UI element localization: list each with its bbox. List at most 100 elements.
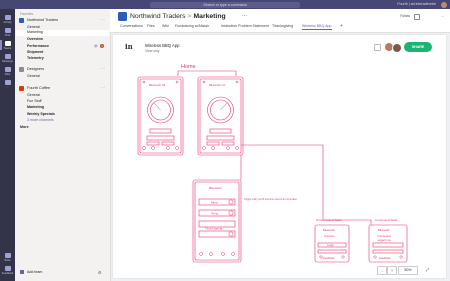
phone-frame <box>197 76 244 156</box>
detail-row-label: Meat <box>211 201 218 205</box>
rail-item-teams[interactable]: Teams <box>0 40 15 52</box>
team-logo-icon <box>118 12 127 21</box>
rail-label: Store <box>4 259 11 262</box>
channel-more-icon[interactable]: ... <box>242 12 247 18</box>
follow-button[interactable]: Follow <box>400 14 410 18</box>
tab-wiki[interactable]: Wiki <box>162 24 169 28</box>
page-title: Northwind Traders > Marketing <box>130 13 226 20</box>
bell-icon <box>4 15 11 20</box>
tab-files[interactable]: Files <box>147 24 155 28</box>
search-input[interactable]: Search or type a command <box>150 1 300 8</box>
tab-conversations[interactable]: Conversations <box>120 24 143 28</box>
add-tab-button[interactable]: + <box>340 23 343 29</box>
channel-item[interactable]: General <box>27 93 40 97</box>
expand-icon[interactable] <box>414 14 420 20</box>
gear-icon[interactable]: ⚙ <box>98 270 102 275</box>
add-team-button[interactable]: Add team <box>20 270 42 275</box>
screen-line: Feedback <box>379 256 391 260</box>
mention-icon: @ <box>94 43 98 48</box>
team-more-icon[interactable]: ··· <box>101 66 105 71</box>
rail-label: Feedback <box>1 272 14 275</box>
zoom-level[interactable]: 50% <box>398 266 418 275</box>
channel-item[interactable]: Marketing <box>27 105 44 109</box>
tab-instinction-problem-statement[interactable]: Instinction Problem Statement <box>221 24 269 28</box>
zoom-controls: - + 50% ⤢ <box>377 266 437 275</box>
screen-title: Bluetooth <box>209 186 222 190</box>
unconnected-label: Unconnected State <box>316 218 342 222</box>
screen-line: Connected <box>377 234 391 238</box>
more-teams-link[interactable]: More <box>20 125 29 129</box>
rail-label: Files <box>4 73 11 76</box>
channel-item[interactable]: Telemetry <box>27 56 44 60</box>
file-icon <box>4 67 11 72</box>
rail-item-calendar[interactable]: Meetings <box>0 53 15 65</box>
channel-item[interactable]: Shipment <box>27 50 43 54</box>
rail-item-feedback[interactable]: Feedback <box>0 265 15 277</box>
rail-item-bell[interactable]: Activity <box>0 14 15 26</box>
invision-canvas-panel: in Wireless BBQ App View only SHARE Home… <box>113 35 446 278</box>
screen-line: Login <box>327 243 334 247</box>
screen-line: Bluetooth <box>323 228 335 232</box>
rail-item-store[interactable]: Store <box>0 252 15 264</box>
org-label[interactable]: Fourth | ad interactivetm <box>397 2 436 6</box>
team-item[interactable]: Designers ··· <box>18 66 108 73</box>
screen-title: Bluetooth Off <box>149 83 165 87</box>
app-rail: Activity Chat Teams Meetings Files... Store Fe… <box>0 9 15 281</box>
team-avatar-icon <box>19 85 24 91</box>
header-more-icon[interactable]: ... <box>441 14 444 18</box>
rail-label: Chat <box>4 34 11 37</box>
screen-line: Feedback <box>323 256 335 260</box>
unread-badge: 1 <box>100 43 104 48</box>
favorites-label: Favorites <box>20 11 34 16</box>
channel-item[interactable]: Performance <box>27 44 49 48</box>
connected-label: Connected State <box>375 218 398 222</box>
chat-icon <box>4 28 11 33</box>
zoom-out-button[interactable]: - <box>377 266 387 275</box>
rail-label: ... <box>6 86 9 89</box>
screen-title: Bluetooth On <box>209 83 226 87</box>
home-bracket <box>177 70 237 76</box>
detail-row-label: Temp <box>211 212 219 216</box>
breadcrumb-separator: > <box>187 12 192 20</box>
team-more-icon[interactable]: ··· <box>101 17 105 22</box>
phone-frame <box>137 76 184 156</box>
rail-item-file[interactable]: Files <box>0 66 15 78</box>
fit-screen-icon[interactable]: ⤢ <box>426 267 429 272</box>
home-label: Home <box>181 64 196 70</box>
tab-wireless-bbq-app[interactable]: Wireless BBQ App <box>302 24 332 30</box>
screen-line: Connect <box>324 234 335 238</box>
more-channels-link[interactable]: 3 more channels <box>27 118 54 122</box>
tab-fundraising-w-alistair[interactable]: Fundraising w/Alistair <box>175 24 209 28</box>
team-name: Designers <box>27 67 45 71</box>
feedback-icon <box>4 266 11 271</box>
team-more-icon[interactable]: ··· <box>101 85 105 90</box>
team-name: Fourth Coffee <box>27 86 51 90</box>
calendar-icon <box>4 54 11 59</box>
zoom-in-button[interactable]: + <box>387 266 397 275</box>
team-item[interactable]: Northwind Traders ··· <box>18 17 108 24</box>
channel-item[interactable]: Weekly Specials <box>27 112 55 116</box>
screen-line: Logged In as <box>377 239 392 242</box>
team-avatar-icon <box>19 17 24 23</box>
rail-item-chat[interactable]: Chat <box>0 27 15 39</box>
channel-name: Marketing <box>193 12 226 20</box>
connector-line <box>241 144 324 220</box>
channel-item[interactable]: General <box>27 74 40 78</box>
rail-label: Activity <box>3 21 12 24</box>
tab-thanksgiving[interactable]: Thanksgiving <box>272 24 293 28</box>
channel-item[interactable]: Overview <box>27 37 43 41</box>
team-item[interactable]: Fourth Coffee ··· <box>18 85 108 92</box>
channel-item[interactable]: Marketing <box>16 30 109 36</box>
team-name: Northwind Traders <box>130 12 186 20</box>
channel-item[interactable]: General <box>27 25 40 29</box>
screen-line: Bluetooth <box>378 228 390 232</box>
channel-item[interactable]: Fun Stuff <box>27 99 42 103</box>
rail-label: Meetings <box>2 60 13 63</box>
add-team-icon <box>20 270 24 275</box>
wireframe-canvas[interactable]: Home Bluetooth Off Bluetooth On Bluetoot… <box>113 35 446 278</box>
avatar[interactable] <box>441 1 447 8</box>
team-name: Northwind Traders <box>27 18 59 22</box>
store-icon <box>4 253 11 258</box>
title-bar: Search or type a command Fourth | ad int… <box>0 0 450 9</box>
rail-item-more[interactable]: ... <box>0 79 15 91</box>
